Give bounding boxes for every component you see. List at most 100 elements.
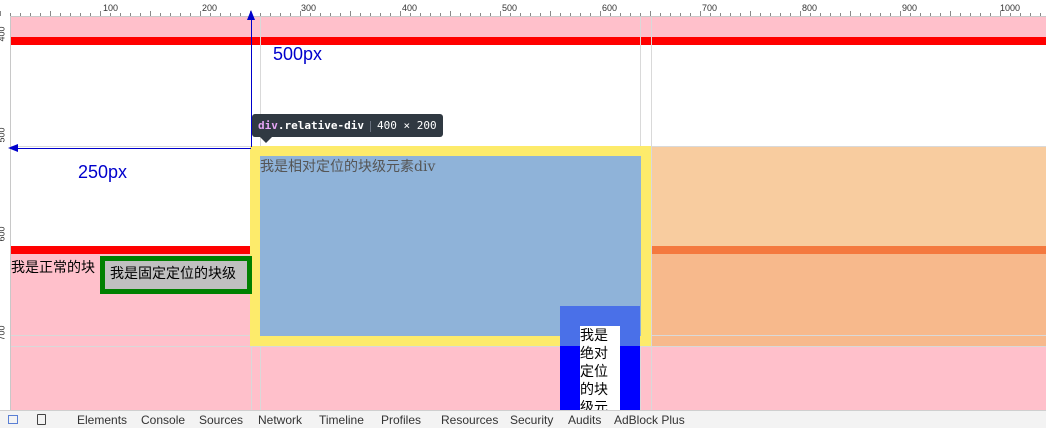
margin-highlight — [651, 146, 1046, 246]
left-offset-label: 250px — [78, 162, 128, 182]
ruler-tick-marks — [0, 11, 1046, 16]
ruler-tick-mark — [150, 11, 151, 16]
ruler-tick-mark — [380, 13, 381, 16]
tab-console[interactable]: Console — [141, 413, 185, 427]
tooltip-arrow-icon — [260, 137, 272, 143]
tab-security[interactable]: Security — [510, 413, 553, 427]
ruler-tick-mark — [30, 13, 31, 16]
ruler-tick-mark — [530, 13, 531, 16]
ruler-tick-mark — [510, 13, 511, 16]
device-mode-icon[interactable] — [37, 414, 46, 425]
ruler-tick-mark — [190, 13, 191, 16]
ruler-tick-mark — [390, 13, 391, 16]
ruler-tick-mark — [360, 13, 361, 16]
ruler-tick-mark — [600, 11, 601, 16]
ruler-tick-mark — [180, 13, 181, 16]
ruler-tick-mark — [960, 13, 961, 16]
ruler-tick-mark — [60, 13, 61, 16]
devtools-tab-bar: Elements Console Sources Network Timelin… — [0, 410, 1046, 428]
ruler-tick-mark — [830, 13, 831, 16]
ruler-tick-mark — [740, 13, 741, 16]
ruler-tick-mark — [690, 13, 691, 16]
ruler-tick-mark — [760, 13, 761, 16]
ruler-tick: 600 — [0, 226, 7, 242]
tab-timeline[interactable]: Timeline — [319, 413, 364, 427]
ruler-tick-mark — [330, 13, 331, 16]
normal-block-text: 我是正常的块 — [11, 259, 95, 275]
top-offset-label: 500px — [273, 44, 323, 64]
ruler-tick-mark — [260, 13, 261, 16]
ruler-tick-mark — [140, 13, 141, 16]
ruler-tick-mark — [840, 13, 841, 16]
ruler-tick-mark — [680, 13, 681, 16]
ruler-tick-mark — [780, 13, 781, 16]
ruler-tick-mark — [280, 13, 281, 16]
ruler-tick-mark — [1020, 13, 1021, 16]
ruler-tick-mark — [370, 13, 371, 16]
ruler-tick-mark — [580, 13, 581, 16]
ruler-tick-mark — [430, 13, 431, 16]
margin-highlight-lower — [651, 254, 1046, 346]
ruler-tick-mark — [670, 13, 671, 16]
ruler-tick-mark — [70, 13, 71, 16]
ruler-tick-mark — [560, 13, 561, 16]
tab-sources[interactable]: Sources — [199, 413, 243, 427]
ruler-tick-mark — [270, 13, 271, 16]
ruler-tick-mark — [810, 13, 811, 16]
relative-div-label: 我是相对定位的块级元素div — [260, 159, 436, 175]
ruler-tick-mark — [80, 13, 81, 16]
guide-line-horizontal — [11, 346, 1046, 347]
ruler-tick-mark — [890, 13, 891, 16]
inspect-element-icon[interactable] — [8, 415, 18, 424]
ruler-tick-mark — [410, 13, 411, 16]
fixed-block-text: 我是固定定位的块级 — [110, 265, 236, 281]
ruler-tick-mark — [310, 13, 311, 16]
ruler-tick-mark — [340, 13, 341, 16]
ruler-tick-mark — [50, 11, 51, 16]
margin-highlight-bar — [651, 246, 1046, 254]
ruler-tick-mark — [320, 13, 321, 16]
ruler-tick-mark — [200, 11, 201, 16]
ruler-tick-mark — [590, 13, 591, 16]
tooltip-class: .relative-div — [277, 119, 364, 132]
ruler-tick-mark — [900, 11, 901, 16]
tab-network[interactable]: Network — [258, 413, 302, 427]
ruler-tick-mark — [220, 13, 221, 16]
tab-profiles[interactable]: Profiles — [381, 413, 421, 427]
left-ruler: 400 500 600 700 — [0, 16, 11, 410]
ruler-tick-mark — [120, 13, 121, 16]
arrow-up-icon — [247, 10, 255, 20]
tooltip-tag: div — [258, 119, 278, 132]
ruler-tick-mark — [870, 13, 871, 16]
ruler-tick: 400 — [0, 26, 7, 42]
ruler-tick-mark — [230, 13, 231, 16]
ruler-tick-mark — [1010, 13, 1011, 16]
tab-resources[interactable]: Resources — [441, 413, 498, 427]
ruler-tick-mark — [570, 13, 571, 16]
tab-adblock-plus[interactable]: AdBlock Plus — [614, 413, 685, 427]
tooltip-separator — [369, 120, 371, 132]
ruler-tick-mark — [710, 13, 711, 16]
ruler-tick: 500 — [0, 127, 7, 143]
absolute-block-text: 我是绝对定位的块级元 — [580, 326, 620, 410]
ruler-tick-mark — [100, 11, 101, 16]
tab-elements[interactable]: Elements — [77, 413, 127, 427]
ruler-tick-mark — [20, 13, 21, 16]
ruler-tick-mark — [730, 13, 731, 16]
ruler-tick-mark — [1040, 13, 1041, 16]
ruler-tick-mark — [130, 13, 131, 16]
ruler-tick-mark — [440, 13, 441, 16]
ruler-tick-mark — [550, 11, 551, 16]
ruler-tick-mark — [620, 13, 621, 16]
tab-audits[interactable]: Audits — [568, 413, 601, 427]
arrow-left-icon — [8, 144, 18, 152]
fixed-block[interactable]: 我是固定定位的块级 — [100, 256, 252, 294]
ruler-tick-mark — [880, 13, 881, 16]
red-bar-top — [11, 37, 1046, 45]
ruler-tick-mark — [350, 11, 351, 16]
ruler-tick-mark — [1030, 13, 1031, 16]
ruler-tick-mark — [90, 13, 91, 16]
ruler-tick-mark — [640, 13, 641, 16]
ruler-tick-mark — [950, 11, 951, 16]
ruler-tick-mark — [540, 13, 541, 16]
